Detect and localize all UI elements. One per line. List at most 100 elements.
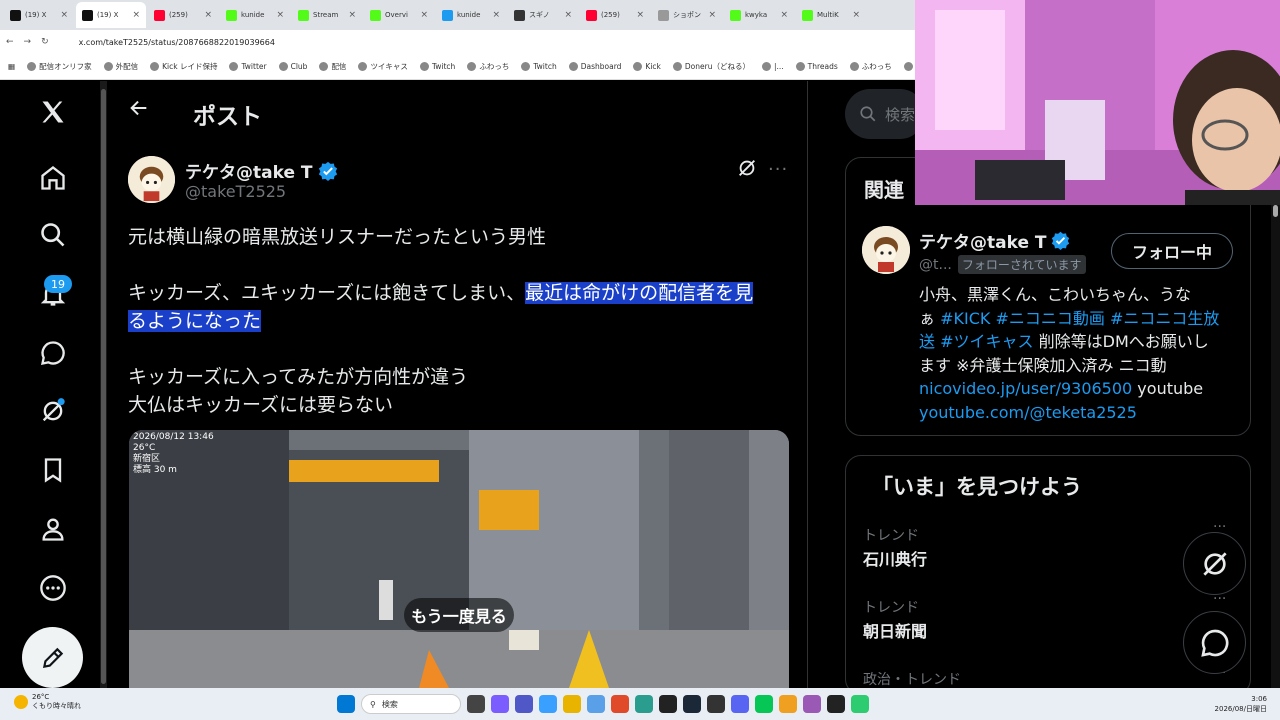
tab-close-icon[interactable]: ×: [348, 10, 356, 20]
start-icon[interactable]: [337, 695, 355, 713]
tab-close-icon[interactable]: ×: [636, 10, 644, 20]
hashtag-link[interactable]: #ツイキャス: [940, 332, 1033, 351]
bookmark-item[interactable]: Kick: [633, 62, 661, 71]
app-icon[interactable]: [779, 695, 797, 713]
discord-icon[interactable]: [731, 695, 749, 713]
following-button[interactable]: フォロー中: [1111, 233, 1233, 269]
apps-icon[interactable]: ▦: [8, 62, 15, 71]
hashtag-link[interactable]: 送: [919, 332, 935, 351]
reload-icon[interactable]: ↻: [41, 37, 49, 47]
browser-tab[interactable]: スギノ ×: [508, 2, 578, 28]
bookmarks-icon[interactable]: [36, 453, 70, 487]
chat-icon[interactable]: [36, 336, 70, 370]
post-more-icon[interactable]: ···: [768, 159, 788, 180]
bookmark-item[interactable]: 配信オンリフ家: [27, 61, 92, 72]
tab-close-icon[interactable]: ×: [708, 10, 716, 20]
hashtag-link[interactable]: #ニコニコ生放: [1110, 309, 1219, 328]
bookmark-item[interactable]: ツイキャス: [358, 61, 408, 72]
app-icon[interactable]: [851, 695, 869, 713]
edge-icon[interactable]: [539, 695, 557, 713]
nicovideo-link[interactable]: nicovideo.jp/user/9306500: [919, 379, 1132, 398]
weather-widget[interactable]: 26°C くもり時々晴れ: [14, 693, 81, 711]
mail-icon[interactable]: [587, 695, 605, 713]
grok-explain-icon[interactable]: [736, 157, 758, 179]
terminal-icon[interactable]: [827, 695, 845, 713]
bookmark-item[interactable]: Club: [278, 62, 307, 71]
right-scrollbar[interactable]: [1271, 201, 1280, 688]
tab-close-icon[interactable]: ×: [780, 10, 788, 20]
browser-tab[interactable]: Stream ×: [292, 2, 362, 28]
more-options-icon[interactable]: [36, 571, 70, 605]
replay-button[interactable]: もう一度見る: [404, 598, 514, 632]
messages-fab-button[interactable]: [1183, 611, 1246, 674]
trend-item[interactable]: トレンド 朝日新聞: [863, 597, 927, 642]
compose-post-button[interactable]: [22, 627, 83, 688]
tab-close-icon[interactable]: ×: [204, 10, 212, 20]
bookmark-item[interactable]: Dashboard: [568, 62, 621, 71]
chrome-icon[interactable]: [611, 695, 629, 713]
browser-tab[interactable]: (259) ×: [580, 2, 650, 28]
tab-close-icon[interactable]: ×: [132, 10, 140, 20]
taskbar-clock[interactable]: 3:06 2026/08/日曜日: [1205, 694, 1267, 714]
steam-icon[interactable]: [683, 695, 701, 713]
x-logo-icon[interactable]: [36, 95, 70, 129]
hashtag-link[interactable]: #KICK: [940, 309, 990, 328]
browser-tab[interactable]: ショポン ×: [652, 2, 722, 28]
tab-close-icon[interactable]: ×: [564, 10, 572, 20]
browser-tab[interactable]: kunide ×: [220, 2, 290, 28]
back-nav-icon[interactable]: ←: [6, 37, 14, 47]
line-icon[interactable]: [755, 695, 773, 713]
author-avatar[interactable]: [128, 156, 175, 203]
left-scrollbar[interactable]: [100, 81, 107, 688]
app-icon[interactable]: [635, 695, 653, 713]
search-input[interactable]: 検索: [845, 89, 925, 139]
bookmark-item[interactable]: ふわっち: [467, 61, 509, 72]
browser-tab[interactable]: kunide ×: [436, 2, 506, 28]
bookmark-item[interactable]: Doneru（どねる）: [672, 61, 750, 72]
browser-tab[interactable]: (259) ×: [148, 2, 218, 28]
back-arrow-icon[interactable]: [128, 97, 150, 119]
forward-nav-icon[interactable]: →: [24, 37, 32, 47]
bookmark-item[interactable]: Threads: [795, 62, 838, 71]
relevant-user-avatar[interactable]: [862, 226, 910, 274]
trend-item[interactable]: 政治・トレンド: [863, 669, 961, 688]
search-icon[interactable]: [36, 218, 70, 252]
browser-tab[interactable]: Overvi ×: [364, 2, 434, 28]
post-video[interactable]: 2026/08/12 13:46 26°C 新宿区 標高 30 m もう一度見る: [129, 430, 789, 688]
profile-icon[interactable]: [36, 512, 70, 546]
tab-close-icon[interactable]: ×: [276, 10, 284, 20]
teams-icon[interactable]: [515, 695, 533, 713]
task-view-icon[interactable]: [467, 695, 485, 713]
home-icon[interactable]: [36, 161, 70, 195]
taskbar-search[interactable]: ⚲ 検索: [361, 694, 461, 714]
tab-close-icon[interactable]: ×: [492, 10, 500, 20]
grok-icon[interactable]: [36, 394, 70, 428]
bookmark-item[interactable]: Twitch: [521, 62, 557, 71]
explorer-icon[interactable]: [563, 695, 581, 713]
bookmark-item[interactable]: Kick レイド保持: [150, 61, 217, 72]
tab-close-icon[interactable]: ×: [420, 10, 428, 20]
trend-item[interactable]: トレンド 石川典行: [863, 525, 927, 570]
app-icon[interactable]: [803, 695, 821, 713]
tab-close-icon[interactable]: ×: [60, 10, 68, 20]
author-name[interactable]: テケタ@take T: [185, 158, 338, 183]
app-icon[interactable]: [707, 695, 725, 713]
author-handle[interactable]: @takeT2525: [185, 182, 286, 201]
hashtag-link[interactable]: #ニコニコ動画: [995, 309, 1104, 328]
bookmark-item[interactable]: 配信: [319, 61, 346, 72]
bookmark-item[interactable]: 外配信: [103, 61, 138, 72]
grok-fab-button[interactable]: [1183, 532, 1246, 595]
tab-close-icon[interactable]: ×: [852, 10, 860, 20]
url-field[interactable]: x.com/takeT2525/status/20876688220190396…: [79, 38, 275, 47]
bookmark-item[interactable]: |...: [761, 62, 784, 71]
relevant-user-name[interactable]: テケタ@take T: [919, 228, 1070, 253]
copilot-icon[interactable]: [491, 695, 509, 713]
bookmark-item[interactable]: Twitch: [419, 62, 455, 71]
browser-tab[interactable]: (19) X ×: [76, 2, 146, 28]
browser-tab[interactable]: kwyka ×: [724, 2, 794, 28]
youtube-link[interactable]: youtube.com/@teketa2525: [919, 403, 1137, 422]
bookmark-item[interactable]: ふわっち: [849, 61, 892, 72]
bookmark-item[interactable]: Twitter: [229, 62, 267, 71]
browser-tab[interactable]: (19) X ×: [4, 2, 74, 28]
obs-icon[interactable]: [659, 695, 677, 713]
